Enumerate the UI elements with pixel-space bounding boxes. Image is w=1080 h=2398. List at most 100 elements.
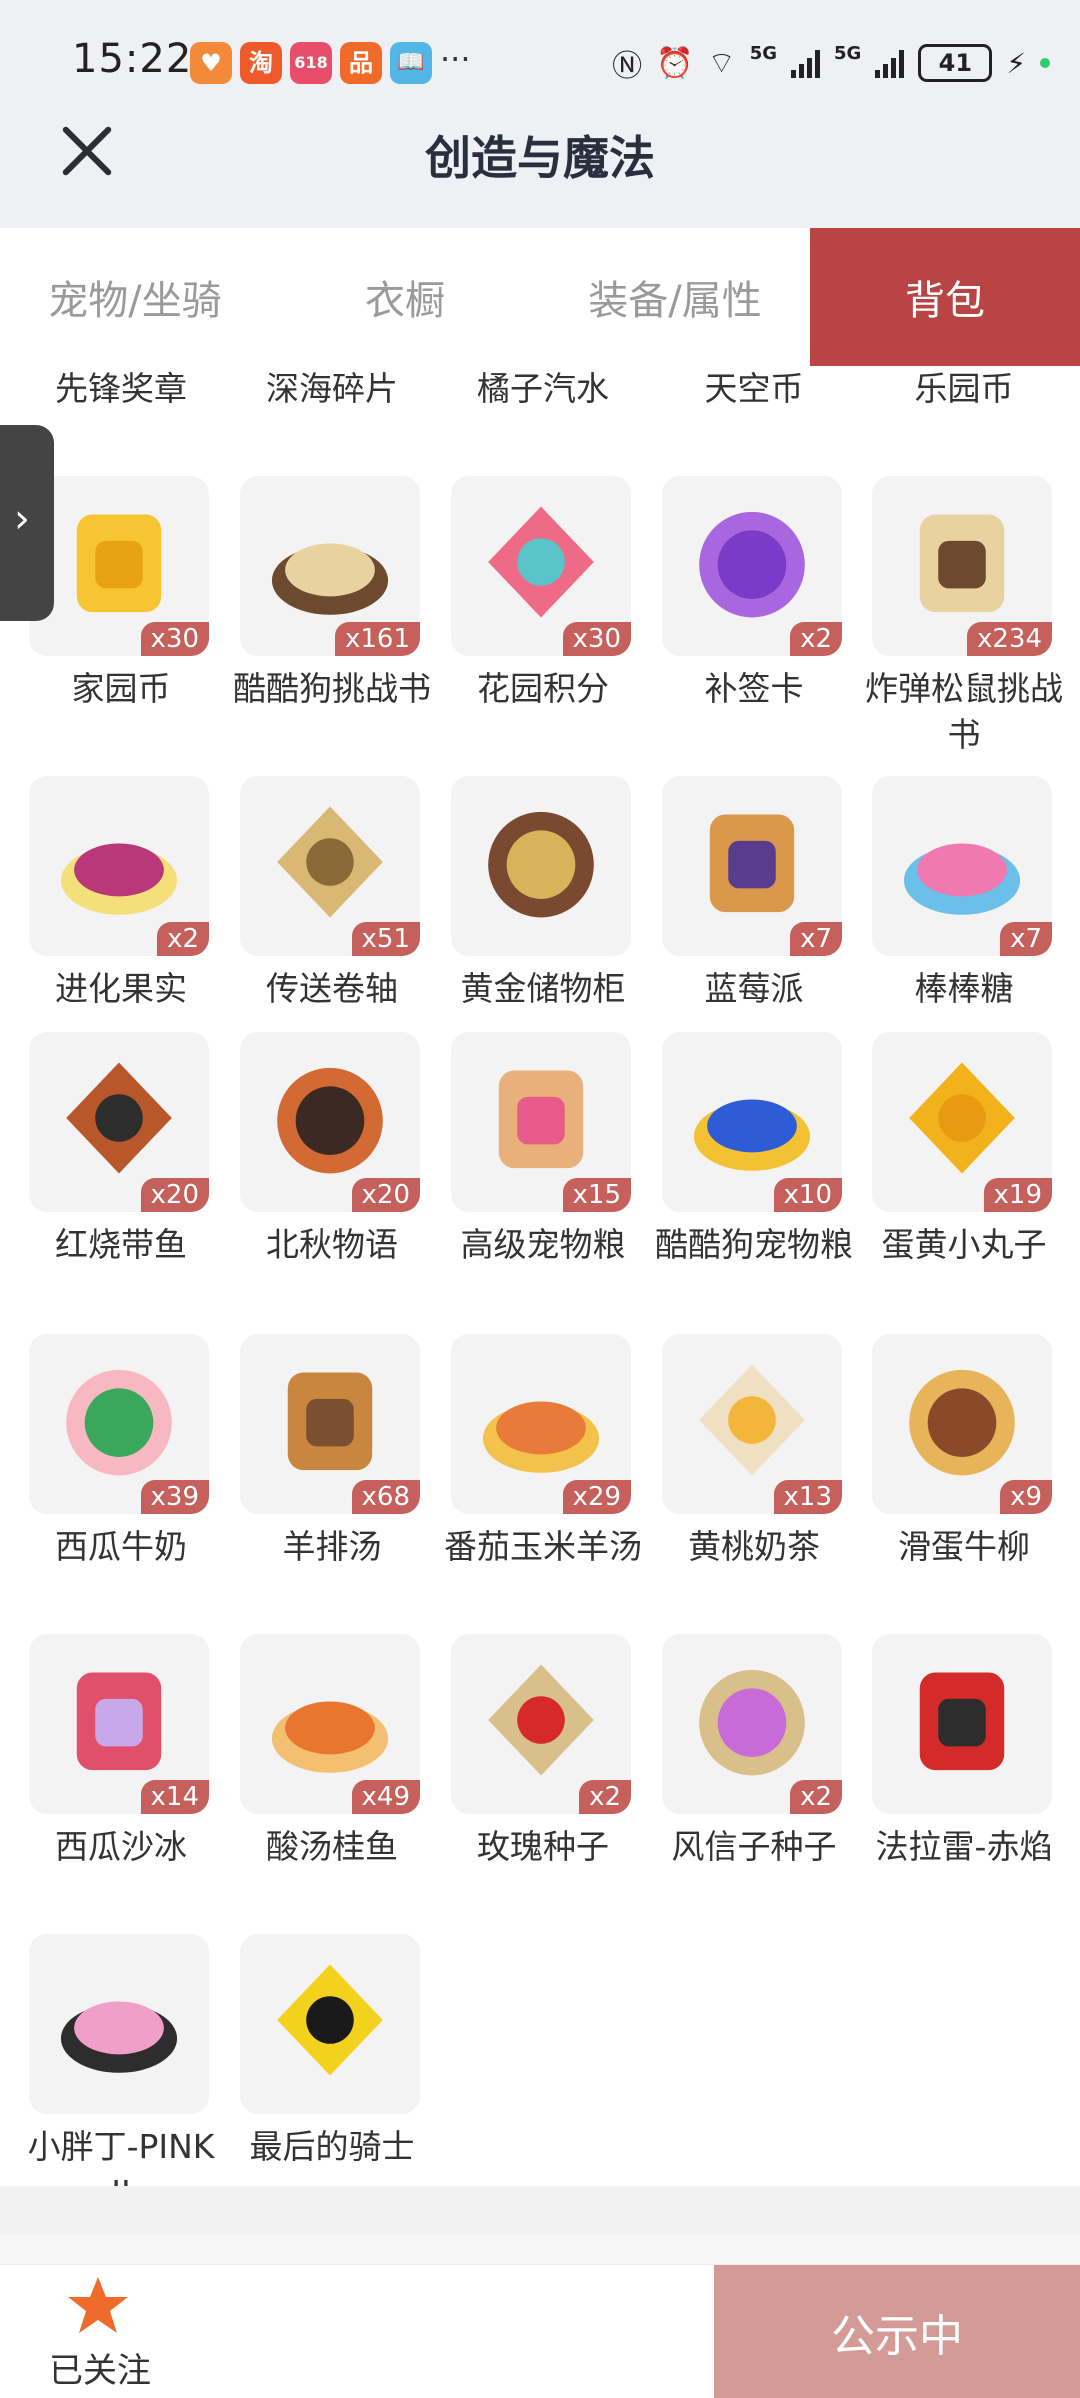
item-name: 黄桃奶茶 [688, 1527, 820, 1566]
wifi-icon: ⌔ [707, 46, 736, 81]
item-name: 西瓜沙冰 [55, 1827, 187, 1866]
item-quantity-badge: x161 [334, 622, 420, 656]
tab-wardrobe[interactable]: 衣橱 [270, 228, 540, 366]
item-quantity-badge: x51 [351, 922, 420, 956]
item-thumbnail: x7 [872, 776, 1052, 956]
notification-app-icon-3: 618 [290, 42, 332, 84]
item-thumbnail: x14 [29, 1634, 209, 1814]
item-thumbnail: x234 [872, 476, 1052, 656]
item-name: 红烧带鱼 [55, 1225, 187, 1264]
item-name: 深海碎片 [266, 369, 398, 408]
item-name: 高级宠物粮 [460, 1225, 626, 1264]
status-time: 15:22 [72, 36, 193, 82]
teleport-scroll-icon [277, 806, 383, 918]
item-thumbnail: x161 [240, 476, 420, 656]
item-quantity-badge: x19 [983, 1178, 1052, 1212]
item-quantity-badge: x2 [157, 922, 209, 956]
item-name: 风信子种子 [671, 1827, 837, 1866]
item-thumbnail: x29 [451, 1334, 631, 1514]
item-name: 棒棒糖 [914, 969, 1014, 1008]
page-title: 创造与魔法 [425, 131, 655, 185]
item-name: 天空币 [704, 369, 804, 408]
item-quantity-badge: x15 [562, 1178, 631, 1212]
item-thumbnail: x20 [240, 1032, 420, 1212]
item-quantity-badge: x14 [140, 1780, 209, 1814]
item-name: 番茄玉米羊汤 [444, 1527, 642, 1566]
item-name: 小胖丁-PINK II [27, 2127, 215, 2186]
tomato-soup-icon [482, 1401, 600, 1473]
item-name: 羊排汤 [282, 1527, 382, 1566]
item-name: 黄金储物柜 [460, 969, 626, 1008]
notification-app-icon-1: ♥ [190, 42, 232, 84]
lollipop-icon [903, 843, 1021, 915]
wanted-scroll-icon [919, 514, 1005, 613]
item-quantity-badge: x20 [140, 1178, 209, 1212]
item-quantity-badge: x7 [790, 922, 842, 956]
item-thumbnail: x2 [662, 1634, 842, 1814]
follow-button[interactable]: 已关注 [40, 2273, 160, 2393]
star-icon [68, 2277, 128, 2333]
seed-bag-icon [488, 1664, 594, 1776]
dog-food-bag-icon [693, 1099, 811, 1171]
item-name: 家园币 [71, 669, 171, 708]
item-name: 酸汤桂鱼 [266, 1827, 398, 1866]
notification-app-icon-2: 淘 [240, 42, 282, 84]
bottom-divider [0, 2186, 1080, 2234]
item-thumbnail: x13 [662, 1334, 842, 1514]
tab-equipment[interactable]: 装备/属性 [540, 228, 810, 366]
item-thumbnail: x68 [240, 1334, 420, 1514]
item-name: 花园积分 [477, 669, 609, 708]
item-quantity-badge: x10 [773, 1178, 842, 1212]
item-quantity-badge: x39 [140, 1480, 209, 1514]
top-bar: 15:22 ♥ 淘 618 品 📖 ··· Ⓝ ⏰ ⌔ 5G 5G 41 ⚡ 创… [0, 0, 1080, 228]
item-thumbnail: x49 [240, 1634, 420, 1814]
soup-bowl-icon [287, 1372, 373, 1471]
more-notifications-icon: ··· [440, 40, 471, 78]
item-thumbnail: x30 [451, 476, 631, 656]
pink-car-icon [60, 2001, 178, 2073]
charging-icon: ⚡ [1006, 46, 1026, 80]
item-thumbnail: x19 [872, 1032, 1052, 1212]
item-quantity-badge: x30 [140, 622, 209, 656]
alarm-icon: ⏰ [656, 45, 694, 81]
status-right: Ⓝ ⏰ ⌔ 5G 5G 41 ⚡ [612, 40, 1050, 86]
network-type-1: 5G [749, 42, 778, 64]
item-name: 进化果实 [55, 969, 187, 1008]
backpack-grid: x78先锋奖章x4深海碎片x50橘子汽水x76天空币x5683乐园币x30家园币… [0, 366, 1080, 2186]
item-quantity-badge: x2 [790, 1780, 842, 1814]
notification-app-icon-4: 品 [340, 42, 382, 84]
item-quantity-badge: x20 [351, 1178, 420, 1212]
home-coin-icon [76, 514, 162, 613]
item-thumbnail [451, 776, 631, 956]
item-name: 乐园币 [914, 369, 1014, 408]
item-name: 炸弹松鼠挑战书 [865, 669, 1063, 754]
item-quantity-badge: x49 [351, 1780, 420, 1814]
egg-beef-icon [909, 1369, 1015, 1476]
item-thumbnail: x51 [240, 776, 420, 956]
item-name: 西瓜牛奶 [55, 1527, 187, 1566]
publish-status-button[interactable]: 公示中 [714, 2265, 1080, 2398]
item-thumbnail: x2 [29, 776, 209, 956]
crab-dish-icon [277, 1067, 383, 1174]
battery-icon: 41 [918, 44, 993, 82]
side-drawer-handle[interactable]: › [0, 425, 54, 621]
item-name: 补签卡 [704, 669, 804, 708]
item-thumbnail: x30 [29, 476, 209, 656]
tab-bar: 宠物/坐骑 衣橱 装备/属性 背包 [0, 228, 1080, 366]
ticket-icon [699, 511, 805, 618]
tab-pets-mounts[interactable]: 宠物/坐骑 [0, 228, 270, 366]
skewer-icon [909, 1062, 1015, 1174]
item-thumbnail: x15 [451, 1032, 631, 1212]
tab-backpack[interactable]: 背包 [810, 228, 1080, 366]
item-name: 最后的骑士 [249, 2127, 415, 2166]
item-quantity-badge: x2 [790, 622, 842, 656]
item-quantity-badge: x7 [1000, 922, 1052, 956]
item-quantity-badge: x13 [773, 1480, 842, 1514]
item-name: 北秋物语 [266, 1225, 398, 1264]
wanted-scroll-icon [271, 543, 389, 615]
item-thumbnail [872, 1634, 1052, 1814]
item-name: 蓝莓派 [704, 969, 804, 1008]
signal-icon-1 [791, 48, 821, 78]
item-name: 法拉雷-赤焰 [875, 1827, 1053, 1866]
chevron-right-icon: › [14, 496, 30, 542]
